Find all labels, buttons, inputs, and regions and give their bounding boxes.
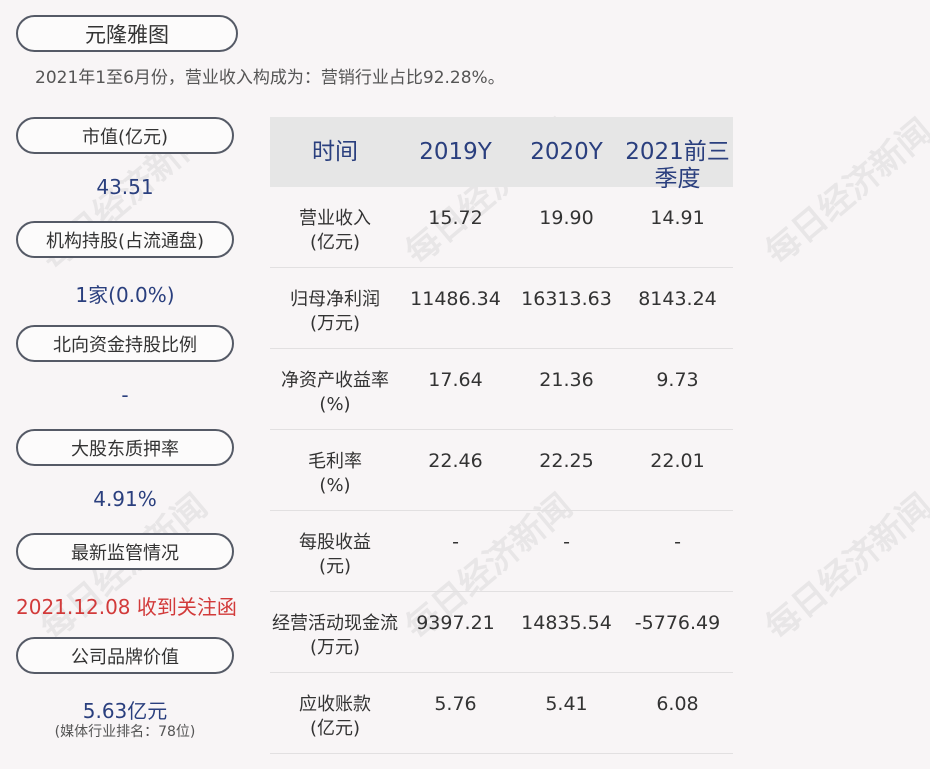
brand-value-value: 5.63亿元 bbox=[82, 699, 168, 723]
company-title: 元隆雅图 bbox=[16, 15, 238, 52]
institutional-holding-value: 1家(0.0%) bbox=[75, 283, 175, 307]
northbound-holding-value: - bbox=[121, 383, 129, 407]
regulatory-status-label: 最新监管情况 bbox=[16, 533, 234, 570]
cell: - bbox=[674, 531, 681, 553]
cell: 16313.63 bbox=[521, 288, 612, 310]
pledge-rate-value: 4.91% bbox=[93, 487, 157, 511]
table-row: 归母净利润 (万元) 11486.34 16313.63 8143.24 bbox=[270, 268, 733, 349]
cell: 22.25 bbox=[539, 450, 594, 472]
header-2021q3: 2021前三 季度 bbox=[622, 139, 733, 193]
table-row: 应收账款 (亿元) 5.76 5.41 6.08 bbox=[270, 673, 733, 754]
cell: -5776.49 bbox=[634, 612, 721, 634]
header-2020: 2020Y bbox=[530, 139, 603, 165]
brand-value-label: 公司品牌价值 bbox=[16, 637, 234, 674]
market-cap-label: 市值(亿元) bbox=[16, 117, 234, 154]
row-label: 应收账款 (亿元) bbox=[299, 694, 371, 739]
brand-rank-note: (媒体行业排名：78位) bbox=[54, 724, 196, 740]
regulatory-status-value: 2021.12.08 收到关注函 bbox=[16, 595, 237, 619]
cell: 15.72 bbox=[428, 207, 483, 229]
cell: 22.01 bbox=[650, 450, 705, 472]
market-cap-value: 43.51 bbox=[96, 175, 154, 199]
table-row: 毛利率 (%) 22.46 22.25 22.01 bbox=[270, 430, 733, 511]
institutional-holding-label: 机构持股(占流通盘) bbox=[16, 221, 234, 258]
row-label: 归母净利润 (万元) bbox=[290, 289, 380, 334]
row-label: 净资产收益率 (%) bbox=[281, 370, 389, 415]
cell: - bbox=[563, 531, 570, 553]
northbound-holding-label: 北向资金持股比例 bbox=[16, 325, 234, 362]
cell: 9.73 bbox=[656, 369, 699, 391]
revenue-composition-note: 2021年1至6月份，营业收入构成为：营销行业占比92.28%。 bbox=[35, 68, 505, 88]
table-row: 营业收入 (亿元) 15.72 19.90 14.91 bbox=[270, 187, 733, 268]
cell: - bbox=[452, 531, 459, 553]
header-time: 时间 bbox=[312, 139, 358, 165]
pledge-rate-label: 大股东质押率 bbox=[16, 429, 234, 466]
row-label: 毛利率 (%) bbox=[308, 451, 362, 496]
row-label: 每股收益 (元) bbox=[299, 532, 371, 577]
financial-table: 时间 2019Y 2020Y 2021前三 季度 营业收入 (亿元) 15.72 … bbox=[270, 117, 733, 754]
row-label: 经营活动现金流 (万元) bbox=[272, 613, 398, 658]
cell: 17.64 bbox=[428, 369, 483, 391]
cell: 5.76 bbox=[434, 693, 477, 715]
table-row: 经营活动现金流 (万元) 9397.21 14835.54 -5776.49 bbox=[270, 592, 733, 673]
cell: 14.91 bbox=[650, 207, 705, 229]
cell: 14835.54 bbox=[521, 612, 612, 634]
table-row: 每股收益 (元) - - - bbox=[270, 511, 733, 592]
table-row: 净资产收益率 (%) 17.64 21.36 9.73 bbox=[270, 349, 733, 430]
cell: 9397.21 bbox=[416, 612, 495, 634]
header-2021q3-line1: 2021前三 bbox=[625, 139, 730, 165]
table-header: 时间 2019Y 2020Y 2021前三 季度 bbox=[270, 117, 733, 192]
cell: 21.36 bbox=[539, 369, 594, 391]
header-2019: 2019Y bbox=[419, 139, 492, 165]
cell: 6.08 bbox=[656, 693, 699, 715]
cell: 22.46 bbox=[428, 450, 483, 472]
cell: 19.90 bbox=[539, 207, 594, 229]
cell: 11486.34 bbox=[410, 288, 501, 310]
row-label: 营业收入 (亿元) bbox=[299, 208, 371, 253]
cell: 8143.24 bbox=[638, 288, 717, 310]
watermark: 每日经济新闻 bbox=[758, 111, 930, 274]
watermark: 每日经济新闻 bbox=[758, 486, 930, 649]
cell: 5.41 bbox=[545, 693, 588, 715]
